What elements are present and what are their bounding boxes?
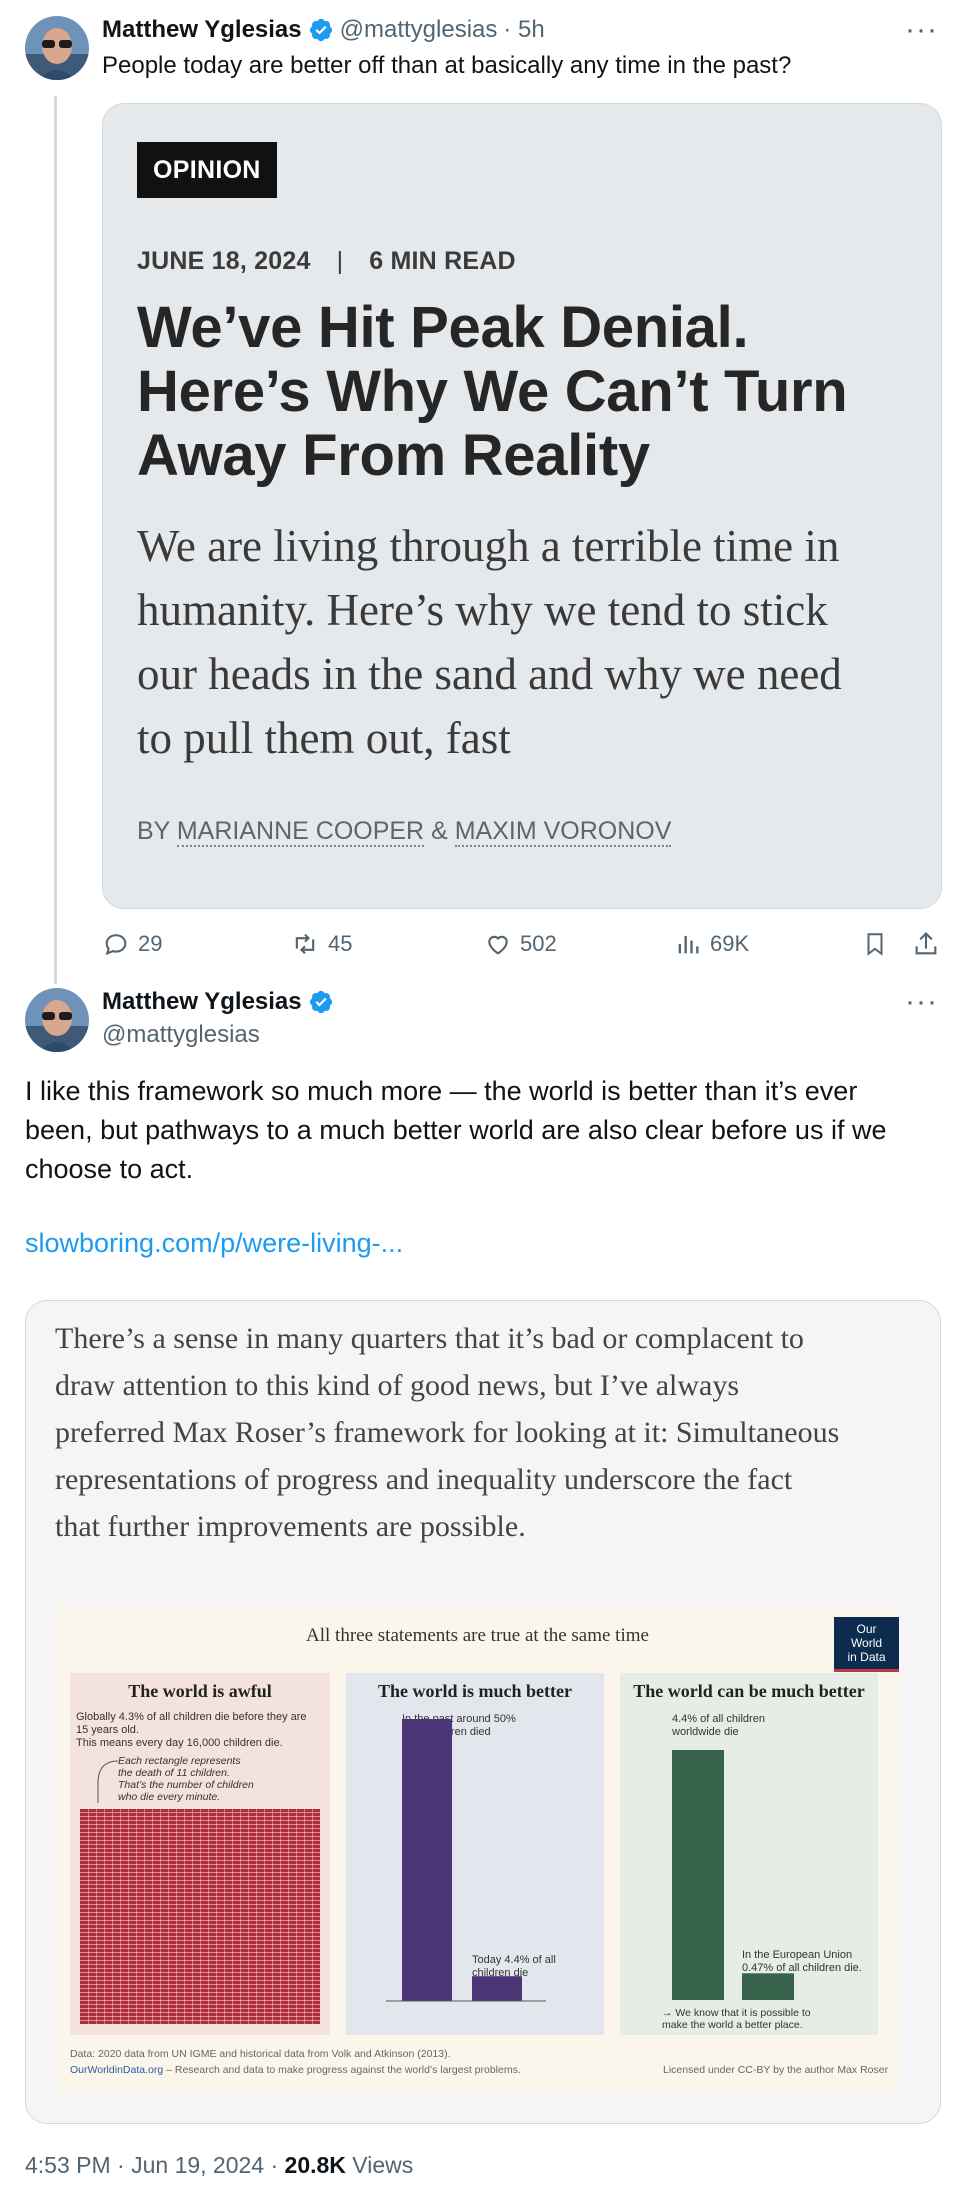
panel-note: → We know that it is possible to make th… [662,2007,811,2031]
share-button[interactable] [912,930,940,963]
rectangle-note: Each rectangle represents the death of 1… [118,1755,254,1803]
bookmark-icon [867,933,883,956]
like-button[interactable]: 502 [484,930,557,958]
bar-today [472,1976,522,2001]
owid-infographic: All three statements are true at the sam… [56,1607,899,2093]
article-card[interactable]: OPINION JUNE 18, 2024 | 6 MIN READ We’ve… [102,103,942,909]
read-time: 6 MIN READ [369,247,516,275]
figure-title: All three statements are true at the sam… [306,1625,649,1646]
author-link-2[interactable]: MAXIM VORONOV [454,817,672,847]
note-pointer [97,1760,119,1803]
post-timestamp: 4:53 PM · Jun 19, 2024 · 20.8K Views [25,2152,414,2178]
author-name[interactable]: Matthew Yglesias [102,16,302,44]
figure-license: Licensed under CC-BY by the author Max R… [663,2064,889,2076]
article-headline: We’ve Hit Peak Denial. Here’s Why We Can… [137,295,848,488]
bar-eu [742,1973,794,2000]
share-icon [915,932,937,955]
panel-world-is-awful: The world is awful Globally 4.3% of all … [70,1673,330,2035]
author-link-1[interactable]: MARIANNE COOPER [176,817,425,847]
like-count: 502 [520,931,557,956]
owid-logo: Our World in Data [834,1617,899,1672]
bar-past [402,1719,452,2001]
analytics-icon [678,935,699,954]
panel-world-much-better: The world is much better In the past aro… [346,1673,604,2035]
verified-badge-icon [309,990,332,1014]
tweet-text: People today are better off than at basi… [102,52,792,79]
repost-icon [295,933,315,955]
author-handle[interactable]: @mattyglesias [340,16,498,44]
figure-data-source: Data: 2020 data from UN IGME and histori… [70,2048,451,2060]
chart-can-be-better [672,1750,794,2000]
author-name[interactable]: Matthew Yglesias [102,988,302,1016]
article-link[interactable]: slowboring.com/p/were-living-... [25,1228,403,1259]
reply-icon [105,934,127,956]
reply-button[interactable]: 29 [102,930,162,958]
heart-icon [488,935,508,955]
more-options-icon[interactable]: ··· [905,15,938,45]
thread-connector-line [54,96,57,984]
avatar[interactable] [25,16,89,80]
views-button[interactable]: 69K [674,930,749,958]
tweet-text: I like this framework so much more — the… [25,1076,887,1184]
panel-world-can-be-better: The world can be much better 4.4% of all… [620,1673,878,2035]
reply-count: 29 [138,931,163,956]
bar-world [672,1750,724,2000]
panel-title: The world is awful [128,1681,272,1701]
tweet-header: Matthew Yglesias @mattyglesias · 5h [102,16,545,44]
view-count: 69K [710,931,750,956]
meta-separator: | [336,247,344,275]
article-dek: We are living through a terrible time in… [137,521,842,763]
opinion-badge: OPINION [137,142,277,198]
avatar[interactable] [25,988,89,1052]
post-time[interactable]: · 5h [503,16,544,44]
bookmark-button[interactable] [862,930,888,963]
article-byline: BY MARIANNE COOPER & MAXIM VORONOV [137,817,672,847]
death-rectangles-grid [80,1809,320,2025]
views-count: 20.8K [284,2152,346,2178]
author-handle[interactable]: @mattyglesias [102,1021,260,1049]
more-options-icon[interactable]: ··· [905,987,938,1017]
article-date: JUNE 18, 2024 [137,247,311,275]
panel-text: Globally 4.3% of all children die before… [76,1711,307,1749]
link-preview-card[interactable]: There’s a sense in many quarters that it… [25,1300,941,2124]
tweet-header: Matthew Yglesias [102,988,334,1016]
owid-site-link[interactable]: OurWorldinData.org [70,2064,163,2076]
figure-site-line: OurWorldinData.org – Research and data t… [70,2064,521,2076]
quote-excerpt: There’s a sense in many quarters that it… [55,1322,840,1543]
article-meta: JUNE 18, 2024 | 6 MIN READ [137,247,516,276]
verified-badge-icon [309,18,332,42]
chart-much-better [386,1719,546,2002]
repost-count: 45 [328,931,353,956]
repost-button[interactable]: 45 [290,930,352,958]
